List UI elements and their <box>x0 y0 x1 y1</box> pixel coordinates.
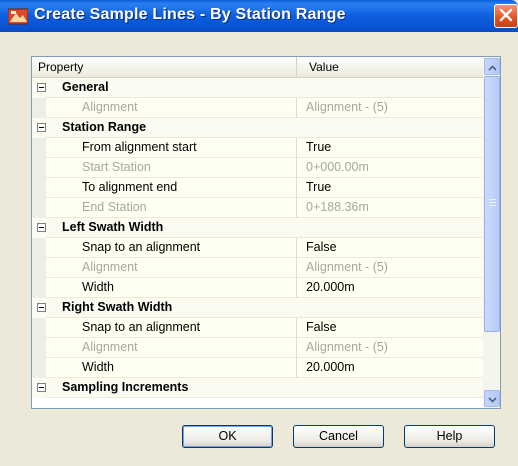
property-value: 0+188.36m <box>297 198 483 218</box>
app-icon <box>7 7 29 25</box>
property-row[interactable]: End Station 0+188.36m <box>32 198 483 218</box>
property-row[interactable]: Width 20.000m <box>32 358 483 378</box>
property-row[interactable]: Width 20.000m <box>32 278 483 298</box>
row-margin <box>32 278 46 298</box>
help-button[interactable]: Help <box>404 425 495 448</box>
property-row[interactable]: Alignment Alignment - (5) <box>32 98 483 118</box>
scroll-down-button[interactable] <box>484 390 500 407</box>
dialog-title: Create Sample Lines - By Station Range <box>34 6 346 23</box>
property-label: To alignment end <box>46 178 297 198</box>
category-label: Right Swath Width <box>46 298 297 318</box>
property-label: Width <box>46 278 297 298</box>
property-label: Alignment <box>46 258 297 278</box>
property-value <box>297 378 483 398</box>
row-margin <box>32 358 46 378</box>
property-label: Alignment <box>46 98 297 118</box>
property-row[interactable]: From alignment start True <box>32 138 483 158</box>
property-grid[interactable]: Property Value General Alignment Alignment… <box>31 56 501 409</box>
scroll-thumb[interactable] <box>484 76 500 332</box>
property-label: End Station <box>46 198 297 218</box>
title-bar[interactable]: Create Sample Lines - By Station Range <box>0 0 518 32</box>
category-row[interactable]: General <box>32 78 483 98</box>
property-value: Alignment - (5) <box>297 98 483 118</box>
category-label: Sampling Increments <box>46 378 297 398</box>
category-row[interactable]: Station Range <box>32 118 483 138</box>
row-margin <box>32 238 46 258</box>
collapse-icon[interactable] <box>37 123 46 132</box>
collapse-icon[interactable] <box>37 83 46 92</box>
property-label: Width <box>46 358 297 378</box>
collapse-icon[interactable] <box>37 383 46 392</box>
property-row[interactable]: Snap to an alignment False <box>32 238 483 258</box>
property-row[interactable]: To alignment end True <box>32 178 483 198</box>
category-label: Station Range <box>46 118 297 138</box>
chevron-down-icon <box>487 392 497 406</box>
category-label: Left Swath Width <box>46 218 297 238</box>
row-margin <box>32 258 46 278</box>
property-value[interactable]: False <box>297 238 483 258</box>
close-button[interactable] <box>494 4 518 28</box>
property-value: Alignment - (5) <box>297 338 483 358</box>
cancel-button[interactable]: Cancel <box>293 425 384 448</box>
collapse-icon[interactable] <box>37 223 46 232</box>
collapse-icon[interactable] <box>37 303 46 312</box>
value-column-header[interactable]: Value <box>297 57 483 78</box>
property-value <box>297 118 483 138</box>
row-margin <box>32 138 46 158</box>
property-label: Snap to an alignment <box>46 238 297 258</box>
scroll-up-button[interactable] <box>484 58 500 75</box>
dialog-window: Create Sample Lines - By Station Range P… <box>0 0 518 466</box>
row-margin <box>32 338 46 358</box>
property-value: Alignment - (5) <box>297 258 483 278</box>
row-margin <box>32 178 46 198</box>
property-row[interactable]: Start Station 0+000.00m <box>32 158 483 178</box>
property-label: Snap to an alignment <box>46 318 297 338</box>
category-row[interactable]: Right Swath Width <box>32 298 483 318</box>
property-column-header[interactable]: Property <box>32 57 297 78</box>
property-value <box>297 298 483 318</box>
category-row[interactable]: Left Swath Width <box>32 218 483 238</box>
row-margin <box>32 158 46 178</box>
property-row[interactable]: Alignment Alignment - (5) <box>32 258 483 278</box>
property-value[interactable]: False <box>297 318 483 338</box>
property-row[interactable]: Snap to an alignment False <box>32 318 483 338</box>
category-row[interactable]: Sampling Increments <box>32 378 483 398</box>
property-row[interactable]: Alignment Alignment - (5) <box>32 338 483 358</box>
property-value[interactable]: True <box>297 178 483 198</box>
ok-button[interactable]: OK <box>182 425 273 448</box>
property-label: From alignment start <box>46 138 297 158</box>
property-value[interactable]: 20.000m <box>297 278 483 298</box>
property-value[interactable]: True <box>297 138 483 158</box>
close-icon <box>499 8 513 25</box>
chevron-up-icon <box>487 60 497 74</box>
category-label: General <box>46 78 297 98</box>
property-value <box>297 218 483 238</box>
vertical-scrollbar[interactable] <box>483 57 500 408</box>
property-value[interactable]: 20.000m <box>297 358 483 378</box>
property-value <box>297 78 483 98</box>
grid-header: Property Value <box>32 57 483 78</box>
row-margin <box>32 198 46 218</box>
property-value: 0+000.00m <box>297 158 483 178</box>
property-label: Alignment <box>46 338 297 358</box>
property-label: Start Station <box>46 158 297 178</box>
row-margin <box>32 98 46 118</box>
row-margin <box>32 318 46 338</box>
